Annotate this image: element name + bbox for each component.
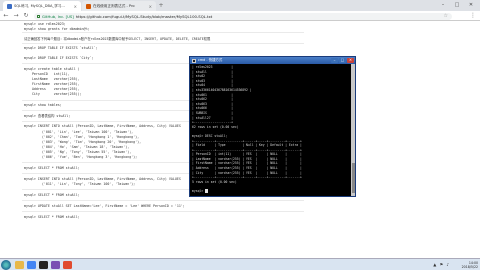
code-line: mysql> SELECT * FROM stuAll; [24,215,80,219]
code-line: LastName varchar(255), [24,77,80,81]
code-line: ('005', 'Ng', 'Tony', 'Taiwan 55', 'Taiw… [24,150,132,154]
minimize-button[interactable]: – [436,0,450,10]
terminal-taskbar-icon[interactable] [39,261,48,269]
code-line: mysql> create table stuAll ( [24,67,80,71]
browser-menu-icon[interactable]: ⋮ [470,12,476,20]
divider [22,200,304,201]
browser-tab-bar: SQL练习, MySQL_DBA_学习... × 在线使用正则表达式 - Pro… [0,0,480,11]
terminal-maximize-button[interactable]: □ [339,58,346,63]
tab-regex[interactable]: 在线使用正则表达式 - Pro × [82,1,156,11]
divider [22,43,304,44]
terminal-scrollbar[interactable] [351,64,355,196]
taskbar: ▲ ⚑ ♪ 14:00 2018/5/22 [0,258,480,270]
code-line: ('011', 'Lin', 'Tony', 'Taiwan 100', 'Ta… [24,182,136,186]
bookmark-star-icon[interactable]: ☆ [444,13,448,20]
code-line: ('001', 'Lin', 'Lee', 'Taiwan 100', 'Tai… [24,130,134,134]
forward-button[interactable]: → [12,12,20,20]
code-line: ('004', 'Ho', 'Sam', 'Taiwan 18', 'Taiwa… [24,145,130,149]
divider [22,32,304,33]
reload-button[interactable]: ↻ [22,12,30,20]
close-tab-icon[interactable]: × [146,4,152,9]
divider [22,211,304,212]
browser-taskbar-icon[interactable] [27,261,36,269]
clock[interactable]: 14:00 2018/5/22 [462,261,478,269]
code-line: mysql> DROP TABLE IF EXISTS `stuAll`; [24,46,98,50]
new-tab-button[interactable]: + [157,1,165,10]
editor-taskbar-icon[interactable] [51,261,60,269]
tab-favicon-icon [7,3,12,9]
code-line: mysql> INSERT INTO stuAll (PersonID, Las… [24,177,181,181]
maximize-button[interactable]: □ [450,0,464,10]
close-tab-icon[interactable]: × [71,4,77,9]
terminal-icon [192,58,196,63]
tab-favicon-icon [86,3,91,9]
code-line: PersonID int(11), [24,72,70,76]
code-line: mysql> use rdlms2023; [24,22,66,26]
close-window-button[interactable]: ✕ [464,0,478,10]
browser-toolbar: ← → ↻ GitHub, Inc. [US] https://github.c… [0,11,480,21]
terminal-scroll-thumb[interactable] [351,163,355,193]
clock-date: 2018/5/22 [461,264,478,269]
terminal-title-bar[interactable]: cmd - 快捷方式 – □ ✕ [190,57,355,64]
code-line: ('002', 'Chan', 'Tom', 'Hongkong 1', 'Ho… [24,135,140,139]
tab-title: 在线使用正则表达式 - Pro [93,3,135,8]
code-line: mysql> SELECT * FROM stuAll; [24,166,80,170]
code-line: FirstName varchar(255), [24,82,80,86]
app-taskbar-icon[interactable] [63,261,72,269]
terminal-minimize-button[interactable]: – [331,58,338,63]
url-text: https://github.com/fugui-t/MySQL-Study/b… [75,13,213,19]
back-button[interactable]: ← [2,12,10,20]
terminal-close-button[interactable]: ✕ [347,58,354,63]
site-identity: GitHub, Inc. [US] [42,13,74,19]
terminal-text: | rdlms2023 | | stuAll | | stu02 | | stu… [192,65,302,194]
code-line: Address varchar(255), [24,87,80,91]
tab-title: SQL练习, MySQL_DBA_学习... [14,3,65,8]
code-line: mysql> show tables; [24,103,62,107]
explorer-taskbar-icon[interactable] [15,261,24,269]
code-line: mysql> INSERT INTO stuAll (PersonID, Las… [24,124,181,128]
terminal-cursor [205,189,208,193]
code-line: ('003', 'Wong', 'Tim', 'Hongkong 20', 'H… [24,140,142,144]
code-line: mysql> SELECT * FROM stuAll; [24,193,80,197]
code-line: City varchar(255)); [24,92,82,96]
lock-icon [37,14,40,18]
code-line: mysql> 查看表结构 stuAll; [24,114,71,118]
code-line: mysql> show grants for dbadmin@%; [24,27,90,31]
tab-mysql[interactable]: SQL练习, MySQL_DBA_学习... × [3,1,81,11]
code-line: 请正确回答下列每个题目：将dbadmin账户在rdlms2023数据库中赋予SE… [24,37,211,41]
address-bar[interactable]: GitHub, Inc. [US] https://github.com/fug… [34,12,452,20]
code-line: mysql> DROP TABLE IF EXISTS `City`; [24,56,94,60]
terminal-output[interactable]: | rdlms2023 | | stuAll | | stu02 | | stu… [192,65,350,195]
code-line: mysql> UPDATE stuAll SET LastName='Lee',… [24,204,185,208]
terminal-window[interactable]: cmd - 快捷方式 – □ ✕ | rdlms2023 | | stuAll … [189,56,356,197]
code-line: ('006', 'Yue', 'Ben', 'Hongkong 3', 'Hon… [24,155,138,159]
terminal-title: cmd - 快捷方式 [198,58,223,62]
start-button[interactable] [1,260,11,270]
tray-icons[interactable]: ▲ ⚑ ♪ [433,262,450,267]
